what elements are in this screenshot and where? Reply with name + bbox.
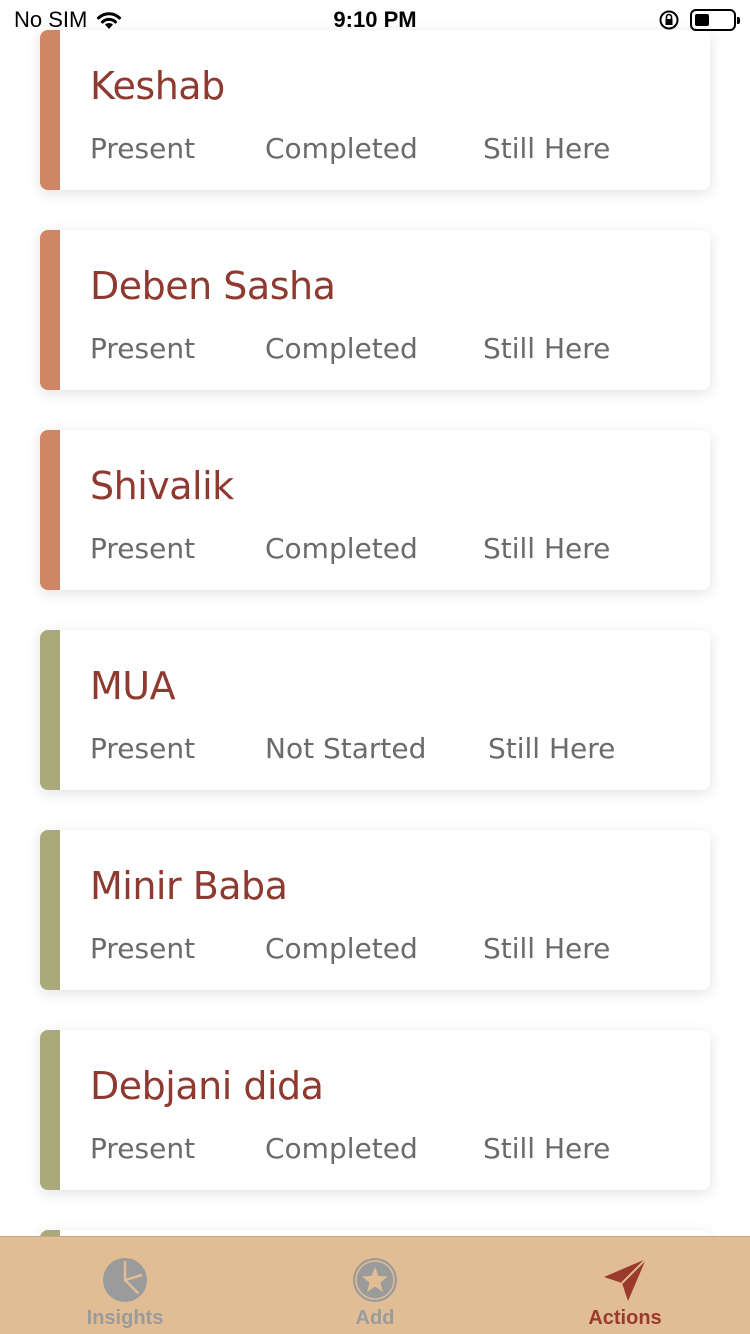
tab-bar: Insights Add Actions — [0, 1236, 750, 1334]
card-accent-bar — [40, 630, 60, 790]
presence-status: Present — [90, 932, 196, 965]
task-status: Not Started — [265, 732, 427, 765]
app-screen: No SIM 9:10 PM Keshab Present Completed … — [0, 0, 750, 1334]
person-name: Keshab — [90, 64, 225, 108]
card-accent-bar — [40, 1030, 60, 1190]
card-accent-bar — [40, 230, 60, 390]
wifi-icon — [97, 12, 122, 29]
tab-add[interactable]: Add — [250, 1237, 500, 1334]
stay-status: Still Here — [483, 332, 611, 365]
status-bar: No SIM 9:10 PM — [0, 0, 750, 40]
people-list[interactable]: Keshab Present Completed Still Here Debe… — [0, 30, 750, 1230]
tab-actions[interactable]: Actions — [500, 1237, 750, 1334]
person-name: Shivalik — [90, 464, 234, 508]
person-card[interactable]: Deben Sasha Present Completed Still Here — [40, 230, 710, 390]
presence-status: Present — [90, 132, 196, 165]
star-icon — [353, 1258, 397, 1302]
tab-label: Add — [355, 1307, 395, 1329]
stay-status: Still Here — [483, 1132, 611, 1165]
orientation-lock-icon — [659, 10, 679, 30]
status-right — [658, 9, 740, 31]
person-name: Deben Sasha — [90, 264, 336, 308]
stay-status: Still Here — [488, 732, 616, 765]
card-accent-bar — [40, 830, 60, 990]
person-card[interactable]: Minir Baba Present Completed Still Here — [40, 830, 710, 990]
carrier-label: No SIM — [14, 7, 88, 32]
person-card[interactable]: Shivalik Present Completed Still Here — [40, 430, 710, 590]
status-left: No SIM — [14, 7, 123, 33]
person-name: MUA — [90, 664, 176, 708]
tab-label: Actions — [588, 1307, 662, 1329]
tab-label: Insights — [86, 1307, 164, 1329]
person-name: Debjani dida — [90, 1064, 324, 1108]
presence-status: Present — [90, 1132, 196, 1165]
battery-level — [695, 14, 709, 26]
task-status: Completed — [265, 932, 418, 965]
battery-icon — [690, 9, 740, 31]
task-status: Completed — [265, 132, 418, 165]
presence-status: Present — [90, 332, 196, 365]
pie-chart-icon — [103, 1258, 147, 1302]
stay-status: Still Here — [483, 532, 611, 565]
task-status: Completed — [265, 532, 418, 565]
stay-status: Still Here — [483, 132, 611, 165]
person-card[interactable]: Keshab Present Completed Still Here — [40, 30, 710, 190]
task-status: Completed — [265, 1132, 418, 1165]
person-card[interactable]: Debjani dida Present Completed Still Her… — [40, 1030, 710, 1190]
presence-status: Present — [90, 532, 196, 565]
person-card[interactable]: MUA Present Not Started Still Here — [40, 630, 710, 790]
card-accent-bar — [40, 30, 60, 190]
tab-insights[interactable]: Insights — [0, 1237, 250, 1334]
card-accent-bar — [40, 430, 60, 590]
presence-status: Present — [90, 732, 196, 765]
paper-plane-icon — [604, 1258, 647, 1301]
person-name: Minir Baba — [90, 864, 288, 908]
task-status: Completed — [265, 332, 418, 365]
stay-status: Still Here — [483, 932, 611, 965]
